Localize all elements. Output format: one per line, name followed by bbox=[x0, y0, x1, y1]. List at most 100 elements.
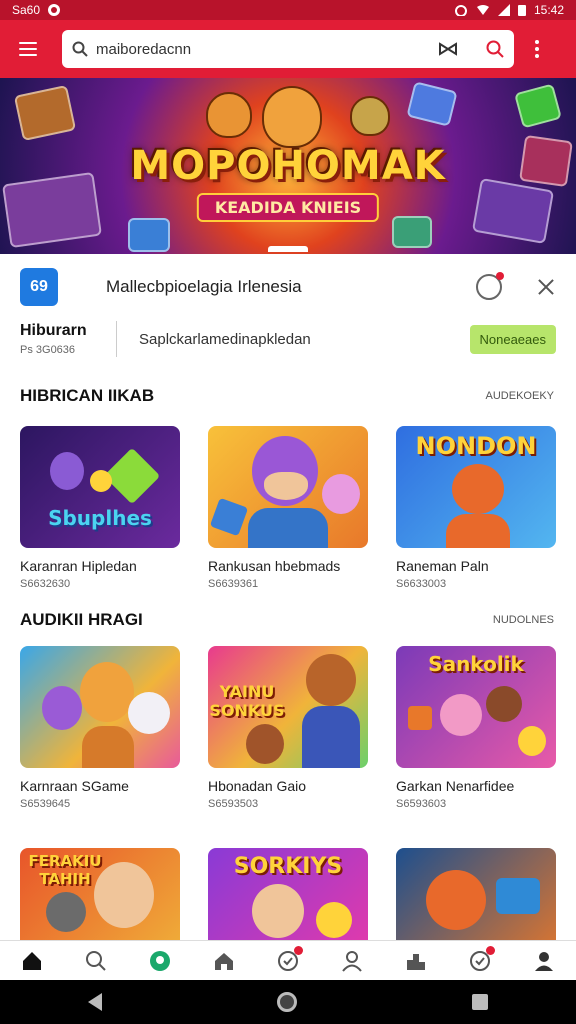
game-thumbnail[interactable] bbox=[20, 646, 180, 768]
character-art bbox=[248, 508, 328, 548]
category-desc: Saplckarlamedinapkledan bbox=[139, 330, 311, 348]
character-art bbox=[46, 892, 86, 932]
status-time: 15:42 bbox=[533, 3, 564, 17]
status-bar: Sa60 15:42 bbox=[0, 0, 576, 20]
back-icon[interactable] bbox=[87, 993, 102, 1011]
badge-icon[interactable] bbox=[277, 945, 303, 972]
game-thumbnail[interactable]: Sbuplhes bbox=[20, 426, 180, 548]
search-icon bbox=[72, 41, 88, 57]
thumb-art-text: Sankolik bbox=[428, 652, 524, 676]
character-art bbox=[128, 692, 170, 734]
status-right: 15:42 bbox=[454, 3, 564, 17]
character-art bbox=[322, 474, 360, 514]
profile-icon[interactable] bbox=[341, 950, 363, 972]
section-header: AUDIKII HRAGI NUDOLNES bbox=[0, 610, 576, 630]
signal-icon bbox=[497, 4, 510, 16]
games-icon[interactable] bbox=[149, 950, 171, 972]
character-art bbox=[306, 654, 356, 706]
character-art bbox=[94, 862, 154, 928]
character-art bbox=[452, 464, 504, 514]
category-sub: Ps 3G0636 bbox=[20, 344, 76, 356]
game-card[interactable]: Karnraan SGame S6539645 bbox=[20, 646, 180, 810]
game-card[interactable]: Sbuplhes Karanran Hipledan S6632630 bbox=[20, 426, 180, 590]
character-decor bbox=[206, 92, 252, 138]
game-card[interactable]: Sankolik Garkan Nenarfidee S6593603 bbox=[396, 646, 556, 810]
promo-banner[interactable]: MOPOHOMAK KEADIDA KNIEIS bbox=[0, 78, 576, 254]
home-button-icon[interactable] bbox=[276, 992, 297, 1012]
wifi-icon bbox=[476, 5, 489, 15]
card-sub: S6593603 bbox=[396, 798, 447, 810]
bell-icon[interactable] bbox=[476, 272, 504, 300]
character-art bbox=[446, 514, 510, 548]
close-icon[interactable] bbox=[536, 277, 556, 297]
character-art bbox=[264, 472, 308, 500]
kebab-icon[interactable] bbox=[522, 31, 552, 67]
section-see-all[interactable]: NUDOLNES bbox=[493, 614, 554, 626]
game-thumbnail[interactable]: Sankolik bbox=[396, 646, 556, 768]
thumb-art-text: YAINU SONKUS bbox=[209, 682, 285, 720]
store-icon[interactable] bbox=[213, 950, 235, 972]
category-block: Hiburarn Ps 3G0636 bbox=[20, 322, 116, 356]
game-thumbnail[interactable] bbox=[208, 426, 368, 548]
cube-decor bbox=[13, 84, 77, 142]
search-input[interactable] bbox=[96, 40, 438, 58]
character-art bbox=[316, 902, 352, 938]
thumb-art-text: SORKIYS bbox=[233, 854, 343, 879]
character-decor bbox=[350, 96, 390, 136]
search-box[interactable] bbox=[62, 30, 514, 68]
toolbar bbox=[0, 20, 576, 78]
game-card[interactable]: Rankusan hbebmads S6639361 bbox=[208, 426, 368, 590]
card-title: Rankusan hbebmads bbox=[208, 558, 341, 574]
info-title: Mallecbpioelagia Irlenesia bbox=[106, 277, 302, 296]
banner-title: MOPOHOMAK bbox=[130, 143, 446, 189]
thumb-art-text: Sbuplhes bbox=[48, 506, 152, 530]
account-icon[interactable] bbox=[533, 950, 555, 972]
card-sub: S6639361 bbox=[208, 578, 259, 590]
character-art bbox=[486, 686, 522, 722]
status-left: Sa60 bbox=[12, 3, 61, 17]
character-art bbox=[90, 470, 112, 492]
section-header: HIBRICAN IIKAB AUDEKOEKY bbox=[0, 386, 576, 406]
battery-icon bbox=[517, 5, 526, 16]
card-row: Sbuplhes Karanran Hipledan S6632630 Rank… bbox=[20, 426, 556, 590]
card-sub: S6632630 bbox=[20, 578, 71, 590]
search-submit-icon[interactable] bbox=[486, 40, 504, 58]
card-title: Garkan Nenarfidee bbox=[396, 778, 515, 794]
character-art bbox=[42, 686, 82, 730]
category-title: Hiburarn bbox=[20, 322, 87, 339]
character-art bbox=[82, 726, 134, 768]
section-title: HIBRICAN IIKAB bbox=[20, 386, 155, 405]
cube-decor bbox=[406, 81, 458, 127]
bottom-nav bbox=[0, 940, 576, 980]
recents-icon[interactable] bbox=[472, 994, 489, 1010]
app-icon[interactable]: 69 bbox=[20, 268, 58, 306]
character-art bbox=[426, 870, 486, 930]
card-sub: S6633003 bbox=[396, 578, 447, 590]
category-button[interactable]: Noneaeaes bbox=[469, 324, 556, 354]
info-row: 69 Mallecbpioelagia Irlenesia bbox=[0, 262, 576, 312]
menu-icon[interactable] bbox=[10, 31, 46, 67]
card-sub: S6539645 bbox=[20, 798, 71, 810]
game-thumbnail[interactable]: YAINU SONKUS bbox=[208, 646, 368, 768]
city-icon[interactable] bbox=[405, 950, 427, 972]
character-art bbox=[302, 706, 360, 768]
character-art bbox=[103, 447, 161, 505]
rewards-icon[interactable] bbox=[469, 945, 495, 972]
home-icon[interactable] bbox=[21, 950, 43, 972]
section-see-all[interactable]: AUDEKOEKY bbox=[486, 390, 554, 402]
character-art bbox=[408, 706, 432, 730]
card-title: Raneman Paln bbox=[396, 558, 489, 574]
section-title: AUDIKII HRAGI bbox=[20, 610, 143, 629]
game-thumbnail[interactable]: NONDON bbox=[396, 426, 556, 548]
game-card[interactable]: YAINU SONKUS Hbonadan Gaio S6593503 bbox=[208, 646, 368, 810]
bowtie-icon[interactable] bbox=[438, 41, 458, 57]
cube-decor bbox=[514, 83, 562, 129]
game-card[interactable]: NONDON Raneman Paln S6633003 bbox=[396, 426, 556, 590]
card-title: Hbonadan Gaio bbox=[208, 778, 307, 794]
alarm-icon bbox=[454, 5, 467, 16]
notification-badge bbox=[294, 945, 303, 955]
character-art bbox=[209, 497, 249, 537]
search-nav-icon[interactable] bbox=[85, 950, 107, 972]
system-nav bbox=[0, 980, 576, 1024]
category-row: Hiburarn Ps 3G0636 Saplckarlamedinapkled… bbox=[0, 314, 576, 364]
